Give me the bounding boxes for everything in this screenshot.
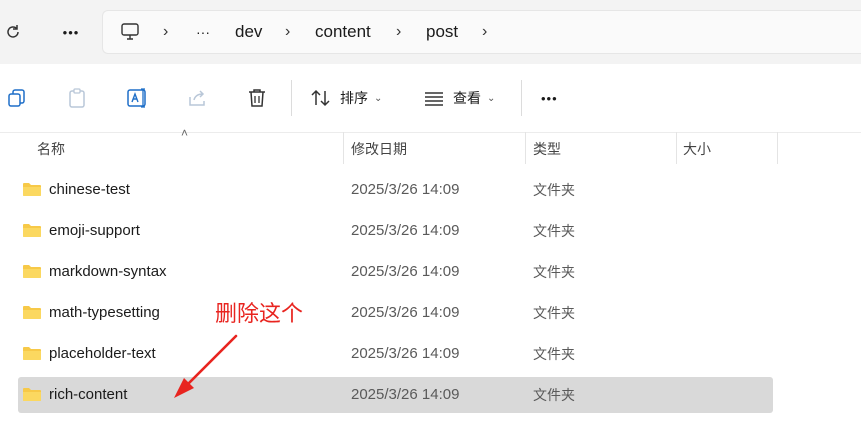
file-name: chinese-test	[49, 181, 130, 198]
folder-icon	[23, 265, 41, 278]
breadcrumb-content[interactable]: content	[315, 20, 371, 44]
copy-icon	[8, 89, 25, 107]
folder-icon	[23, 347, 41, 360]
toolbar-separator	[521, 80, 522, 116]
chevron-down-icon: ⌄	[374, 92, 383, 104]
column-divider[interactable]	[343, 132, 344, 164]
file-type: 文件夹	[533, 182, 575, 198]
toolbar-separator	[291, 80, 292, 116]
sort-icon	[311, 89, 330, 107]
folder-icon	[23, 388, 41, 401]
refresh-icon	[7, 25, 19, 38]
folder-icon	[23, 224, 41, 237]
chevron-down-icon: ⌄	[487, 92, 496, 104]
file-name: rich-content	[49, 386, 128, 403]
file-type: 文件夹	[533, 387, 575, 403]
column-divider[interactable]	[525, 132, 526, 164]
column-divider[interactable]	[676, 132, 677, 164]
file-date: 2025/3/26 14:09	[351, 263, 460, 280]
folder-icon	[23, 183, 41, 196]
paste-button[interactable]	[66, 82, 88, 114]
copy-button[interactable]	[6, 82, 28, 114]
file-row[interactable]: emoji-support 2025/3/26 14:09 文件夹	[18, 213, 773, 249]
breadcrumb-ellipsis[interactable]: ···	[196, 20, 210, 44]
column-header-name[interactable]: 名称	[37, 139, 65, 159]
file-type: 文件夹	[533, 223, 575, 239]
view-icon	[425, 92, 443, 106]
more-options-button[interactable]: •••	[541, 82, 558, 114]
breadcrumb-chevron[interactable]: ›	[482, 20, 487, 44]
rename-icon	[127, 88, 146, 108]
breadcrumb-chevron[interactable]: ›	[396, 20, 401, 44]
more-icon: •••	[62, 24, 80, 40]
column-header-type[interactable]: 类型	[533, 139, 561, 159]
column-header-row: ˄ 名称 修改日期 类型 大小	[0, 126, 861, 164]
file-name: placeholder-text	[49, 345, 156, 362]
delete-button[interactable]	[246, 82, 268, 114]
file-row[interactable]: markdown-syntax 2025/3/26 14:09 文件夹	[18, 254, 773, 290]
more-nav-button[interactable]: •••	[55, 14, 87, 50]
column-header-size[interactable]: 大小	[683, 139, 711, 159]
file-type: 文件夹	[533, 305, 575, 321]
breadcrumb-dev[interactable]: dev	[235, 20, 262, 44]
file-name: emoji-support	[49, 222, 140, 239]
computer-crumb[interactable]	[118, 18, 142, 46]
refresh-button[interactable]	[0, 14, 26, 50]
sort-button[interactable]: 排序 ⌄	[310, 82, 382, 114]
file-date: 2025/3/26 14:09	[351, 345, 460, 362]
annotation-text: 删除这个	[215, 302, 304, 327]
file-row[interactable]: chinese-test 2025/3/26 14:09 文件夹	[18, 172, 773, 208]
address-bar-row: ••• › ··· dev › content › post ›	[0, 0, 861, 64]
rename-button[interactable]	[126, 82, 150, 114]
sort-ascending-icon: ˄	[181, 126, 189, 140]
file-row[interactable]: math-typesetting 2025/3/26 14:09 文件夹	[18, 295, 773, 331]
folder-icon	[23, 306, 41, 319]
computer-icon	[121, 23, 139, 40]
paste-icon	[69, 88, 85, 108]
column-divider[interactable]	[777, 132, 778, 164]
column-header-date[interactable]: 修改日期	[351, 139, 407, 159]
file-row[interactable]: placeholder-text 2025/3/26 14:09 文件夹	[18, 336, 773, 372]
file-date: 2025/3/26 14:09	[351, 304, 460, 321]
more-icon: •••	[541, 90, 558, 106]
file-date: 2025/3/26 14:09	[351, 386, 460, 403]
file-date: 2025/3/26 14:09	[351, 222, 460, 239]
delete-icon	[249, 89, 265, 107]
command-toolbar: 排序 ⌄ 查看 ⌄ •••	[0, 64, 861, 133]
file-row-selected[interactable]: rich-content 2025/3/26 14:09 文件夹	[18, 377, 773, 413]
arrow-icon	[174, 334, 238, 398]
sort-label: 排序	[340, 90, 368, 106]
breadcrumb-chevron[interactable]: ›	[285, 20, 290, 44]
file-name: math-typesetting	[49, 304, 160, 321]
share-button[interactable]	[186, 82, 208, 114]
file-type: 文件夹	[533, 346, 575, 362]
file-type: 文件夹	[533, 264, 575, 280]
file-date: 2025/3/26 14:09	[351, 181, 460, 198]
breadcrumb-chevron[interactable]: ›	[163, 20, 168, 44]
breadcrumb-post[interactable]: post	[426, 20, 458, 44]
view-label: 查看	[453, 90, 481, 106]
view-button[interactable]: 查看 ⌄	[423, 82, 495, 114]
file-name: markdown-syntax	[49, 263, 167, 280]
share-icon	[189, 90, 205, 106]
